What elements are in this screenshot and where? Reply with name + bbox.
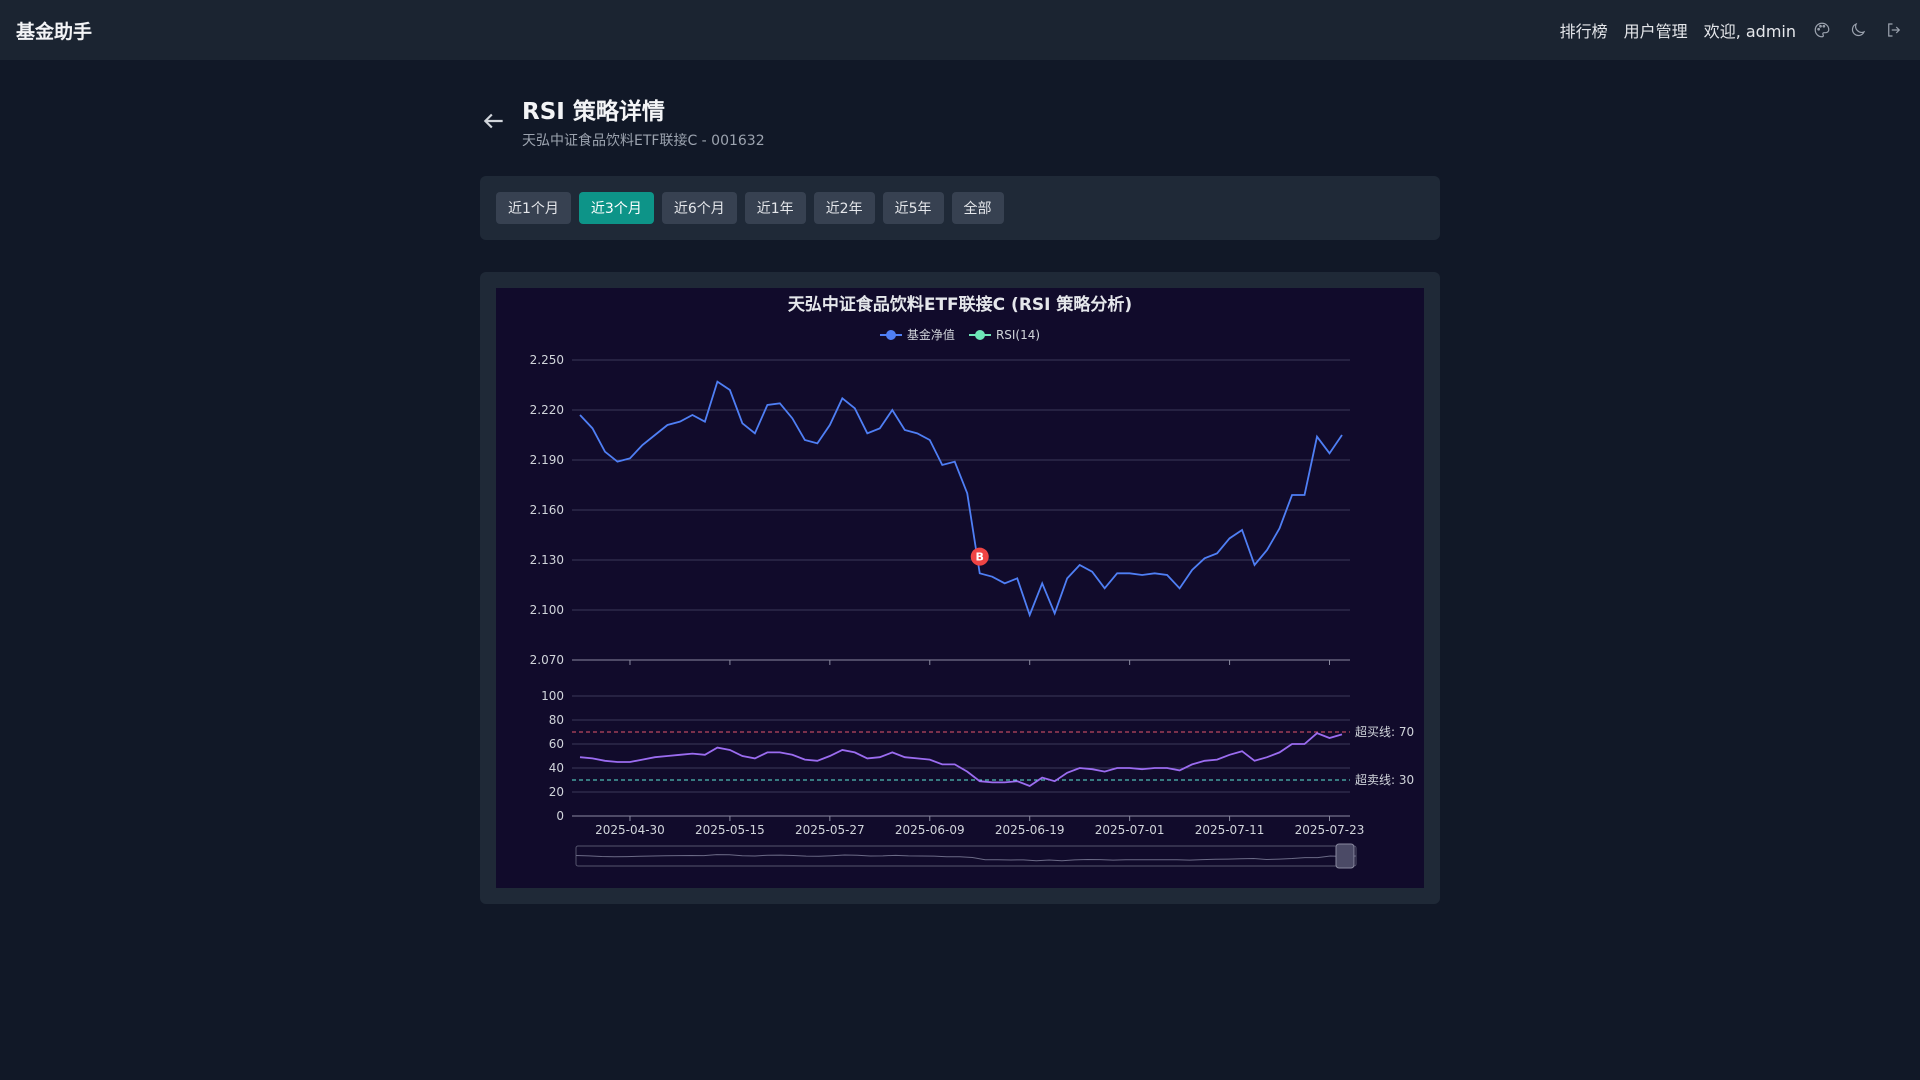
- navbar: 基金助手 排行榜 用户管理 欢迎, admin: [0, 0, 1920, 60]
- nav-axis-tick-label: 2.130: [530, 553, 564, 567]
- page-header: RSI 策略详情 天弘中证食品饮料ETF联接C - 001632: [480, 92, 765, 150]
- range-button-all[interactable]: 全部: [951, 192, 1004, 224]
- rsi-axis-tick-label: 60: [549, 737, 564, 751]
- x-axis-tick-label: 2025-07-23: [1295, 823, 1365, 837]
- legend-swatch-rsi: [968, 329, 991, 340]
- legend-item-nav[interactable]: 基金净值: [879, 326, 955, 343]
- range-button-2y[interactable]: 近2年: [813, 192, 875, 224]
- rsi-axis-tick-label: 20: [549, 785, 564, 799]
- chart-legend: 基金净值 RSI(14): [496, 326, 1424, 343]
- overbought-label: 超买线: 70: [1355, 724, 1414, 739]
- x-axis-tick-label: 2025-07-11: [1195, 823, 1265, 837]
- range-button-1y[interactable]: 近1年: [744, 192, 806, 224]
- moon-icon[interactable]: [1848, 20, 1868, 40]
- range-button-1m[interactable]: 近1个月: [496, 192, 571, 224]
- rsi-axis-tick-label: 100: [541, 689, 564, 703]
- page-subtitle: 天弘中证食品饮料ETF联接C - 001632: [522, 133, 765, 149]
- oversold-label: 超卖线: 30: [1355, 772, 1414, 787]
- welcome-text: 欢迎, admin: [1703, 22, 1796, 41]
- arrow-left-icon: [483, 113, 503, 129]
- legend-label-nav: 基金净值: [906, 328, 955, 342]
- page-title: RSI 策略详情: [522, 99, 665, 125]
- range-button-3m[interactable]: 近3个月: [578, 192, 654, 224]
- nav-user-management-link[interactable]: 用户管理: [1624, 18, 1688, 42]
- zoom-slider-track: [575, 845, 1357, 867]
- logout-icon[interactable]: [1884, 20, 1904, 40]
- x-axis-tick-label: 2025-04-30: [595, 823, 665, 837]
- x-axis-tick-label: 2025-07-01: [1095, 823, 1165, 837]
- nav-axis-tick-label: 2.160: [530, 503, 564, 517]
- chart-area: 2.250 2.220 2.190 2.160 2.130 2.100 2.070 100 80…: [496, 288, 1424, 888]
- back-button[interactable]: [480, 107, 508, 135]
- range-selector: 近1个月 近3个月 近6个月 近1年 近2年 近5年 全部: [480, 176, 1440, 240]
- rsi-chart[interactable]: 2.250 2.220 2.190 2.160 2.130 2.100 2.070 100 80…: [496, 288, 1424, 888]
- x-axis-tick-label: 2025-05-15: [695, 823, 765, 837]
- palette-icon[interactable]: [1812, 20, 1832, 40]
- range-button-5y[interactable]: 近5年: [882, 192, 944, 224]
- buy-marker-label: B: [976, 551, 984, 564]
- x-axis-tick-label: 2025-06-19: [995, 823, 1065, 837]
- chart-panel: 2.250 2.220 2.190 2.160 2.130 2.100 2.070 100 80…: [480, 272, 1440, 904]
- rsi-axis-tick-label: 0: [556, 809, 564, 823]
- nav-axis-tick-label: 2.100: [530, 603, 564, 617]
- x-axis-tick-label: 2025-05-27: [795, 823, 865, 837]
- nav-axis-tick-label: 2.190: [530, 453, 564, 467]
- rsi-axis-tick-label: 80: [549, 713, 564, 727]
- x-axis-tick-label: 2025-06-09: [895, 823, 965, 837]
- nav-series-line: [579, 380, 1343, 618]
- nav-axis-tick-label: 2.220: [530, 403, 564, 417]
- rsi-series-line: [579, 732, 1343, 788]
- nav-ranking-link[interactable]: 排行榜: [1560, 18, 1608, 42]
- zoom-slider-preview: [575, 854, 1357, 862]
- rsi-axis-tick-label: 40: [549, 761, 564, 775]
- nav-axis-tick-label: 2.250: [530, 353, 564, 367]
- zoom-slider-handle: [1335, 843, 1355, 869]
- range-button-6m[interactable]: 近6个月: [661, 192, 737, 224]
- legend-item-rsi[interactable]: RSI(14): [968, 326, 1041, 343]
- nav-right: 排行榜 用户管理 欢迎, admin: [1560, 18, 1904, 42]
- brand-logo[interactable]: 基金助手: [16, 17, 92, 44]
- legend-swatch-nav: [879, 329, 902, 340]
- chart-title: 天弘中证食品饮料ETF联接C (RSI 策略分析): [787, 295, 1133, 315]
- nav-axis-tick-label: 2.070: [530, 653, 564, 667]
- legend-label-rsi: RSI(14): [995, 327, 1041, 342]
